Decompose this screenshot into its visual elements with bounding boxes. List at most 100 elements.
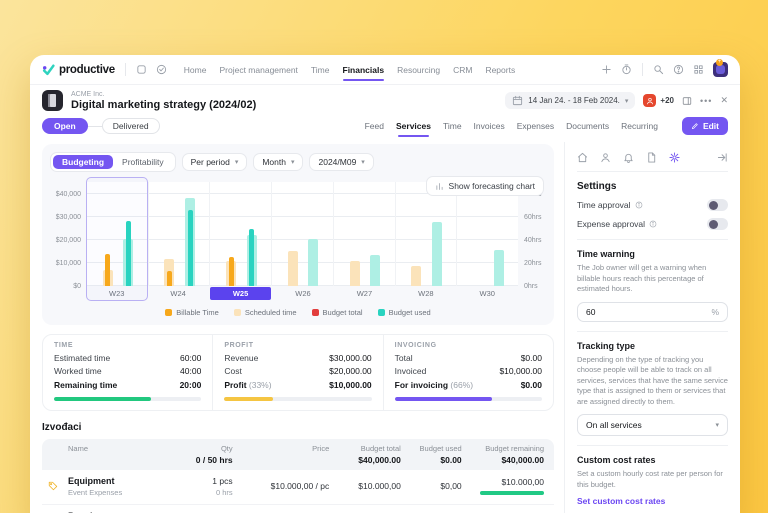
week-label-w27[interactable]: W27 <box>334 287 395 300</box>
chevron-down-icon: ▾ <box>625 97 629 105</box>
show-forecasting-chart-button[interactable]: Show forecasting chart <box>426 176 544 196</box>
page-title: Digital marketing strategy (2024/02) <box>71 99 256 111</box>
service-subtitle: Event Expenses <box>68 488 179 497</box>
toggle-switch-expense-approval[interactable] <box>707 218 728 230</box>
view-tab-budgeting[interactable]: Budgeting <box>53 155 113 169</box>
budget-tabs: Feed Services Time Invoices Expenses Document… <box>365 117 728 135</box>
chart-controls: BudgetingProfitability Per period▾ Month▾… <box>50 152 546 172</box>
progress-bar <box>54 397 201 401</box>
toggle-label: Time approval <box>577 200 631 210</box>
week-label-w28[interactable]: W28 <box>395 287 456 300</box>
tab-recurring[interactable]: Recurring <box>621 117 658 135</box>
productive-logo[interactable]: productive <box>42 63 115 76</box>
add-icon[interactable] <box>601 64 612 75</box>
col-header-label: Qty <box>179 444 233 453</box>
col-header-budget-remaining: Budget remaining$40,000.00 <box>462 444 544 465</box>
help-icon[interactable] <box>673 64 684 75</box>
legend-item-billable-time: Billable Time <box>165 308 219 317</box>
tab-time[interactable]: Time <box>443 117 462 135</box>
percent-unit: % <box>711 307 719 317</box>
people-count-badge: +20 <box>660 96 674 105</box>
chart-bar <box>432 222 442 286</box>
summary-card-title: PROFIT <box>224 342 371 349</box>
nav-item-time[interactable]: Time <box>311 56 330 84</box>
search-icon[interactable] <box>653 64 664 75</box>
col-header-label: Price <box>233 444 330 453</box>
collapse-panel-icon[interactable] <box>717 152 728 163</box>
summary-row-label: Worked time <box>54 366 102 376</box>
toggle-switch-time-approval[interactable] <box>707 199 728 211</box>
assignee-avatar[interactable] <box>643 94 656 107</box>
dropdown-per-period[interactable]: Per period▾ <box>182 153 248 171</box>
week-label-w24[interactable]: W24 <box>147 287 208 300</box>
chart-bar <box>288 251 298 286</box>
main-area: BudgetingProfitability Per period▾ Month▾… <box>30 142 740 513</box>
dropdown-2024-m09[interactable]: 2024/M09▾ <box>309 153 373 171</box>
week-label-w23[interactable]: W23 <box>86 287 147 300</box>
time-warning-field: % <box>577 302 728 322</box>
tag-icon <box>48 481 68 491</box>
summary-row-value: $30,000.00 <box>329 353 372 363</box>
timer-icon[interactable] <box>621 64 632 75</box>
table-row[interactable]: PeopleEvent Expenses1 pcs0 hrs$20.000,00… <box>42 505 554 513</box>
week-label-w25[interactable]: W25 <box>210 287 271 300</box>
grid-menu-icon[interactable] <box>693 64 704 75</box>
tab-documents[interactable]: Documents <box>566 117 609 135</box>
qty-value: 1 pcs <box>179 476 233 486</box>
edit-button[interactable]: Edit <box>682 117 728 135</box>
set-custom-cost-rates-link[interactable]: Set custom cost rates <box>577 496 728 506</box>
settings-gear-icon[interactable] <box>669 152 680 163</box>
nav-item-resourcing[interactable]: Resourcing <box>397 56 440 84</box>
tab-services[interactable]: Services <box>396 117 431 135</box>
view-tab-profitability[interactable]: Profitability <box>113 155 173 169</box>
approvals-icon[interactable] <box>156 64 167 75</box>
week-label-w26[interactable]: W26 <box>272 287 333 300</box>
time-warning-input[interactable] <box>586 307 666 317</box>
primary-nav: Home Project management Time Financials Reso… <box>184 56 515 84</box>
time-warning-desc: The Job owner will get a warning when bi… <box>577 263 728 295</box>
nav-item-financials[interactable]: Financials <box>343 56 385 84</box>
nav-item-crm[interactable]: CRM <box>453 56 472 84</box>
budgeting-card: BudgetingProfitability Per period▾ Month▾… <box>42 144 554 325</box>
budget-chart: $0$10,000$20,000$30,000$40,000 W23W24W25… <box>50 182 546 301</box>
document-icon[interactable] <box>646 152 657 163</box>
summary-row-value: 60:00 <box>180 353 201 363</box>
settings-panel: Settings Time approvalExpense approval T… <box>564 142 740 513</box>
tracking-type-select[interactable]: On all services ▾ <box>577 414 728 436</box>
apps-icon[interactable] <box>136 64 147 75</box>
status-connector <box>88 126 102 127</box>
user-avatar[interactable]: + <box>713 62 728 77</box>
chart-column-w23 <box>86 182 148 286</box>
chart-bar <box>126 221 131 286</box>
tab-expenses[interactable]: Expenses <box>517 117 554 135</box>
progress-bar <box>395 397 542 401</box>
status-open-pill[interactable]: Open <box>42 118 88 134</box>
dropdown-label: Per period <box>191 157 230 167</box>
summary-row: Profit (33%)$10,000.00 <box>224 380 371 390</box>
legend-swatch <box>234 309 241 316</box>
summary-row-label: Cost <box>224 366 241 376</box>
status-delivered-pill[interactable]: Delivered <box>102 118 160 134</box>
tab-feed[interactable]: Feed <box>365 117 384 135</box>
nav-item-project-management[interactable]: Project management <box>219 56 297 84</box>
bell-icon[interactable] <box>623 152 634 163</box>
dropdown-month[interactable]: Month▾ <box>253 153 303 171</box>
col-header-price: Price <box>233 444 330 465</box>
table-row[interactable]: EquipmentEvent Expenses1 pcs0 hrs$10.000… <box>42 470 554 505</box>
panel-title: Settings <box>577 181 728 192</box>
nav-item-home[interactable]: Home <box>184 56 207 84</box>
week-label-w30[interactable]: W30 <box>457 287 518 300</box>
y-tick-money: $20,000 <box>56 237 81 244</box>
y-tick-hours: 60hrs <box>524 214 542 221</box>
summary-row-label: Estimated time <box>54 353 110 363</box>
more-options-icon[interactable]: ••• <box>700 96 712 106</box>
home-icon[interactable] <box>577 152 588 163</box>
date-range-picker[interactable]: 14 Jan 24. - 18 Feb 2024. ▾ <box>505 92 635 109</box>
tab-invoices[interactable]: Invoices <box>474 117 505 135</box>
y-tick-money: $40,000 <box>56 191 81 198</box>
close-icon[interactable]: ✕ <box>720 95 728 106</box>
price-cell: $10.000,00 / pc <box>233 481 330 491</box>
toggle-sidebar-icon[interactable] <box>682 96 692 106</box>
person-icon[interactable] <box>600 152 611 163</box>
nav-item-reports[interactable]: Reports <box>485 56 515 84</box>
